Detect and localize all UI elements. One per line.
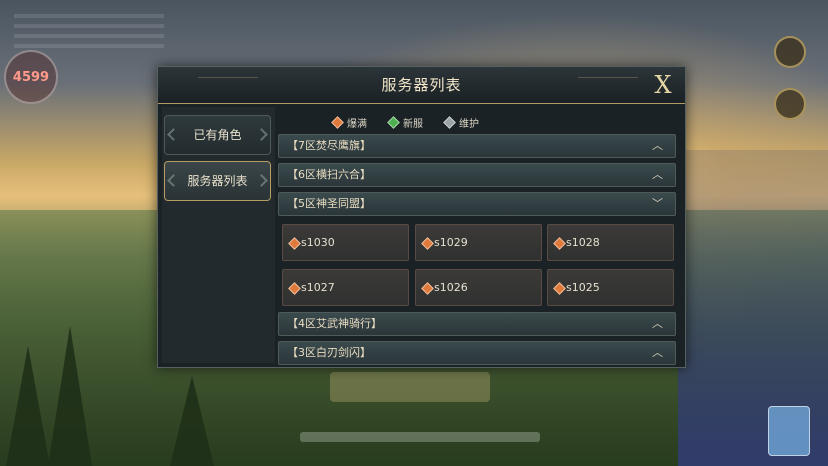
status-diamond-icon [288,237,301,250]
player-info-blurred [14,14,164,54]
legend-maintenance: 维护 [443,113,479,131]
server-button[interactable]: s1026 [415,269,542,306]
server-button[interactable]: s1030 [282,224,409,261]
close-button[interactable]: X [649,70,677,100]
server-button[interactable]: s1025 [547,269,674,306]
chevron-up-icon: ︿ [652,168,663,181]
diamond-icon [443,115,456,129]
arrow-left-icon [167,174,180,187]
status-diamond-icon [421,282,434,295]
zone-label: 【6区横扫六合】 [287,168,371,181]
zone-label: 【7区焚尽鹰旗】 [287,139,371,152]
server-name: s1026 [434,281,468,294]
zone-header-4[interactable]: 【4区艾武神骑行】 ︿ [278,312,676,336]
level-badge: 4599 [4,50,58,104]
menu-icon[interactable] [774,36,806,68]
status-diamond-icon [553,282,566,295]
chevron-up-icon: ︿ [652,139,663,152]
legend-new: 新服 [387,113,423,131]
status-diamond-icon [553,237,566,250]
zone-label: 【3区白刃剑闪】 [287,346,371,359]
server-list-content: 爆满 新服 维护 【7区焚尽鹰旗】 ︿ 【6区横扫六合】 ︿ 【5区神圣同盟】 … [278,107,678,365]
status-diamond-icon [421,237,434,250]
arrow-left-icon [167,128,180,141]
menu-icon[interactable] [774,88,806,120]
notice-text-blurred [300,432,540,442]
chevron-down-icon: ﹀ [652,197,663,210]
chevron-up-icon: ︿ [652,346,663,359]
dialog-title: 服务器列表 [381,76,462,94]
tab-existing-characters[interactable]: 已有角色 [164,115,271,155]
tab-label: 服务器列表 [187,174,248,188]
legend-label: 爆满 [347,118,367,130]
server-name: s1025 [566,281,600,294]
server-button[interactable]: s1027 [282,269,409,306]
zone-header-7[interactable]: 【7区焚尽鹰旗】 ︿ [278,134,676,158]
arrow-right-icon [255,128,268,141]
arrow-right-icon [255,174,268,187]
diamond-icon [331,115,344,129]
server-button[interactable]: s1029 [415,224,542,261]
zone-label: 【5区神圣同盟】 [287,197,371,210]
diamond-icon [387,115,400,129]
zone-header-5[interactable]: 【5区神圣同盟】 ﹀ [278,192,676,216]
legend-full: 爆满 [331,113,367,131]
zone-label: 【4区艾武神骑行】 [287,317,382,330]
sidebar: 已有角色 服务器列表 [162,107,275,363]
server-name: s1027 [301,281,335,294]
zone-header-6[interactable]: 【6区横扫六合】 ︿ [278,163,676,187]
status-diamond-icon [288,282,301,295]
legend-label: 新服 [403,118,423,130]
background-tree [48,326,92,466]
background-tree [6,346,50,466]
server-name: s1028 [566,236,600,249]
tab-label: 已有角色 [193,128,242,142]
server-button[interactable]: s1028 [547,224,674,261]
server-name: s1030 [301,236,335,249]
chevron-up-icon: ︿ [652,317,663,330]
start-button-blurred [330,372,490,402]
background-tree [170,376,214,466]
server-list-dialog: 服务器列表 X 已有角色 服务器列表 爆满 新服 维护 【7区焚尽鹰旗】 ︿ 【… [157,66,686,368]
legend-label: 维护 [459,118,479,130]
tab-server-list[interactable]: 服务器列表 [164,161,271,201]
status-legend: 爆满 新服 维护 [331,113,479,131]
server-name: s1029 [434,236,468,249]
dialog-header: 服务器列表 X [158,67,685,104]
service-icon[interactable] [768,406,810,456]
zone-header-3[interactable]: 【3区白刃剑闪】 ︿ [278,341,676,365]
